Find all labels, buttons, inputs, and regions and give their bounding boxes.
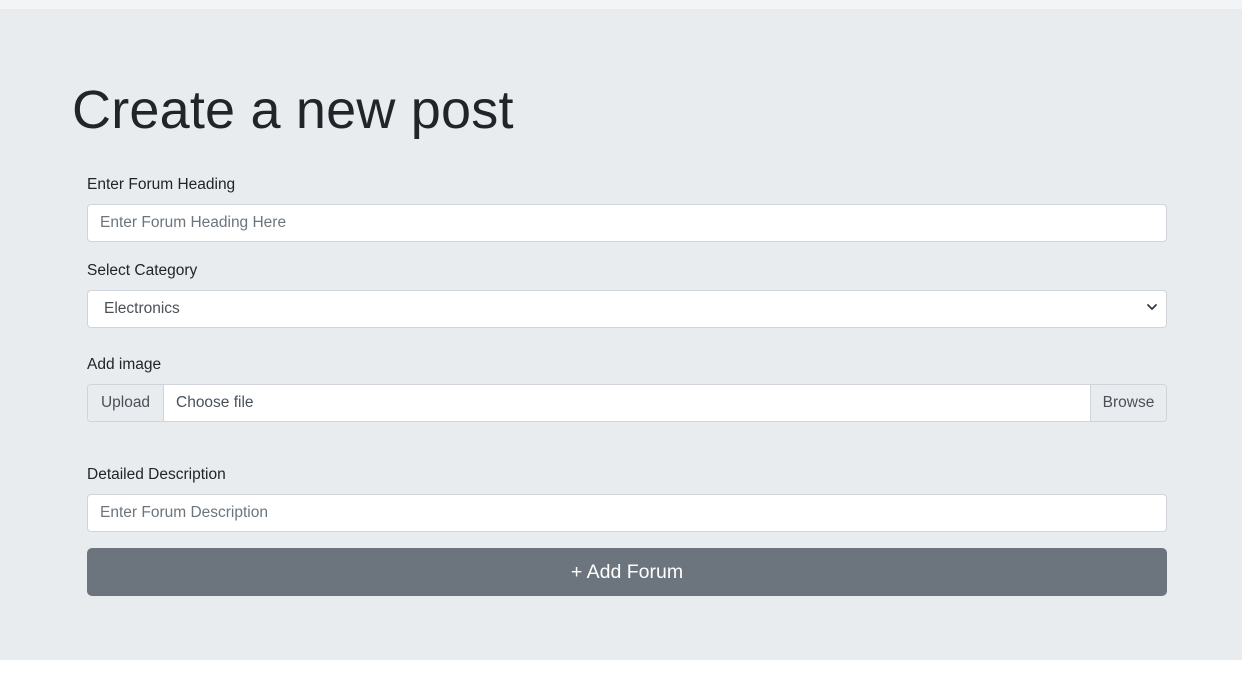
upload-prepend: Upload [88,385,164,421]
image-upload-group: Upload Choose file Browse [87,384,1167,422]
category-selected-value: Electronics [104,300,180,317]
add-forum-button[interactable]: + Add Forum [87,548,1167,596]
chevron-down-icon [1146,300,1158,318]
forum-heading-input[interactable] [87,204,1167,242]
heading-label: Enter Forum Heading [87,176,236,193]
forum-description-input[interactable] [87,494,1167,532]
category-select[interactable]: Electronics [87,290,1167,328]
page-title: Create a new post [72,80,514,140]
top-strip [0,0,1242,9]
image-label: Add image [87,356,162,373]
category-label: Select Category [87,262,198,279]
file-input[interactable]: Choose file [164,385,1090,421]
description-label: Detailed Description [87,466,226,483]
browse-button[interactable]: Browse [1090,385,1166,421]
